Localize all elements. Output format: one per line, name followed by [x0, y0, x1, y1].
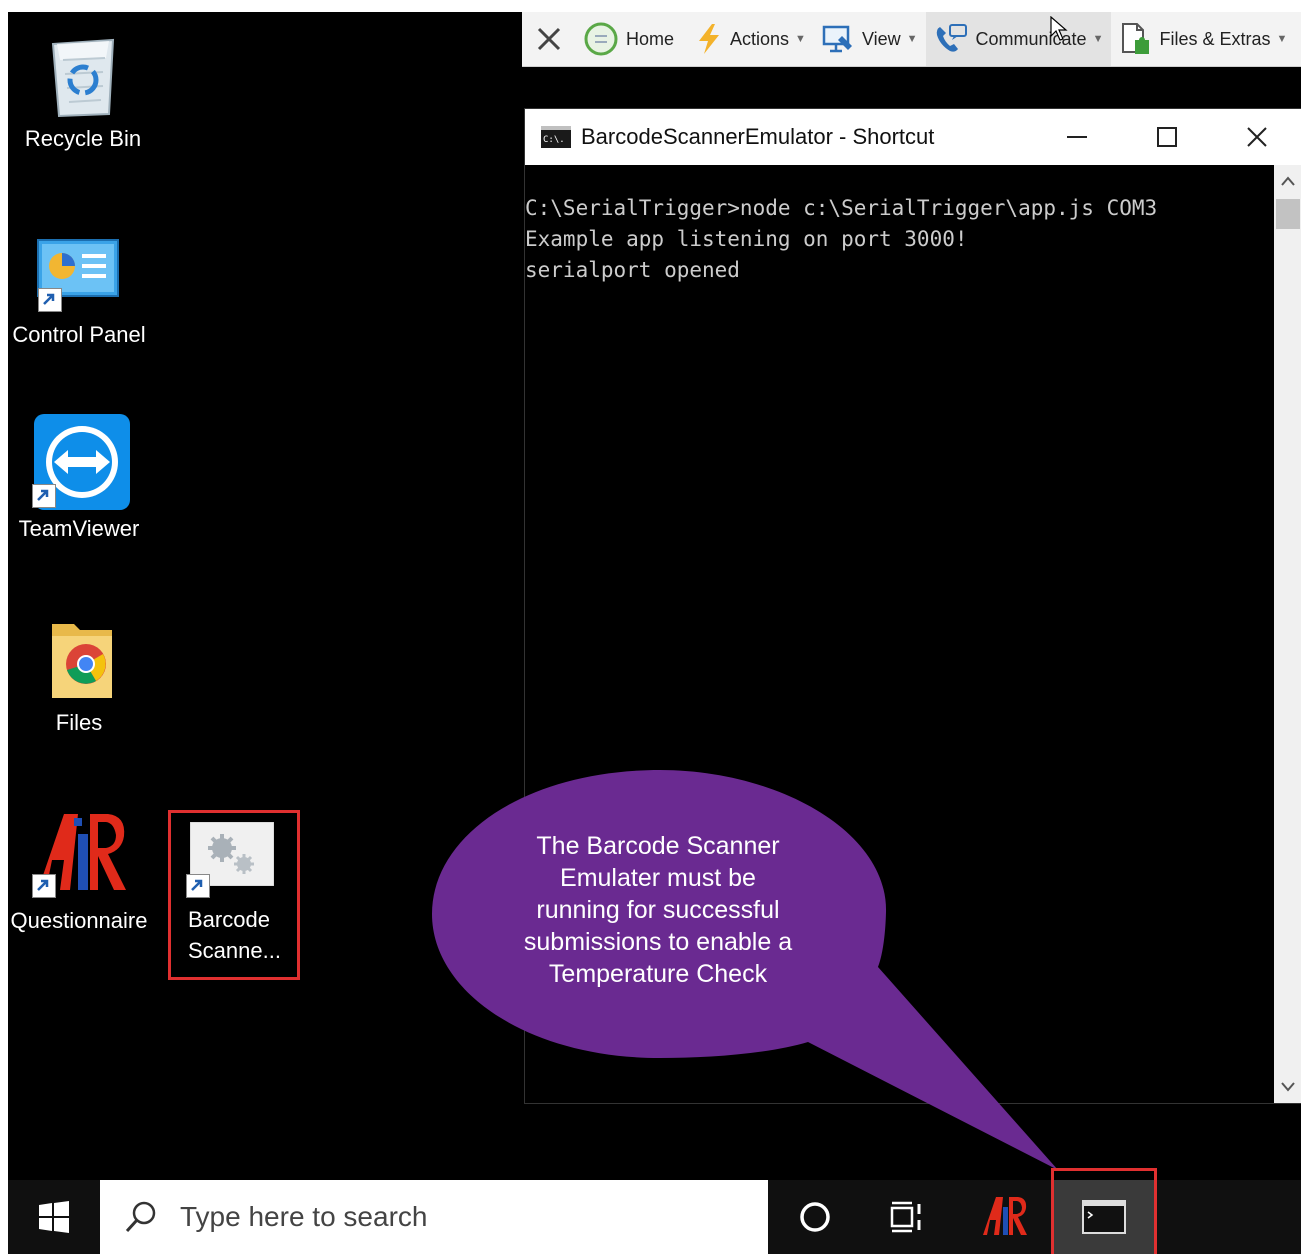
chevron-down-icon: ▼	[1276, 33, 1288, 45]
toolbar-files-extras[interactable]: Files & Extras ▼	[1111, 12, 1295, 66]
console-line: C:\SerialTrigger>node c:\SerialTrigger\a…	[525, 196, 1158, 220]
icon-label: Control Panel	[12, 322, 146, 347]
shortcut-arrow-icon	[32, 484, 56, 508]
minimize-icon	[1067, 136, 1087, 138]
taskbar-questionnaire-app[interactable]	[960, 1180, 1050, 1254]
maximize-icon	[1157, 127, 1177, 147]
close-button[interactable]	[1217, 109, 1297, 165]
windows-logo-icon	[39, 1201, 69, 1233]
shortcut-arrow-icon	[38, 288, 62, 312]
close-icon	[1247, 127, 1267, 147]
desktop-icon-files[interactable]: Files	[8, 614, 154, 738]
icon-label: Files	[55, 710, 103, 735]
cortana-button[interactable]	[770, 1180, 860, 1254]
mouse-cursor-icon	[1050, 16, 1068, 41]
search-icon	[125, 1201, 156, 1233]
desktop-icon-teamviewer[interactable]: TeamViewer	[8, 414, 154, 544]
scroll-down-icon	[1281, 1082, 1295, 1092]
chevron-down-icon: ▼	[1092, 33, 1104, 45]
icon-label: Recycle Bin	[24, 126, 142, 151]
toolbar-home[interactable]: Home	[576, 12, 682, 66]
taskbar-search[interactable]	[100, 1180, 768, 1254]
desktop-icon-questionnaire[interactable]: Questionnaire	[8, 808, 154, 936]
chevron-down-icon: ▼	[795, 33, 806, 45]
highlight-barcode-shortcut	[168, 810, 300, 980]
toolbar-view[interactable]: View ▼	[814, 12, 926, 66]
monitor-icon	[822, 25, 852, 53]
scrollbar-thumb[interactable]	[1276, 199, 1300, 229]
callout-line: Emulater must be	[560, 864, 756, 892]
minimize-button[interactable]	[1037, 109, 1117, 165]
toolbar-actions-label: Actions	[730, 28, 790, 49]
remote-session-toolbar: Home Actions ▼ View ▼ Communicate ▼ File…	[522, 12, 1301, 67]
console-scrollbar[interactable]	[1274, 165, 1301, 1103]
console-line: serialport opened	[525, 258, 740, 282]
toolbar-home-label: Home	[626, 28, 675, 49]
start-button[interactable]	[8, 1180, 100, 1254]
scroll-up-icon	[1281, 176, 1295, 186]
task-view-icon	[890, 1201, 921, 1233]
file-puzzle-icon	[1122, 23, 1150, 54]
cortana-circle-icon	[800, 1202, 830, 1232]
home-icon	[584, 22, 618, 56]
close-icon	[537, 27, 561, 51]
callout-line: running for successful	[536, 896, 780, 924]
desktop-screen: Recycle Bin Control Panel TeamViewer Fil…	[8, 12, 1301, 1254]
callout-line: Temperature Check	[548, 960, 768, 988]
callout-text: The Barcode Scanner Emulater must be run…	[478, 830, 838, 990]
toolbar-actions[interactable]: Actions ▼	[688, 12, 814, 66]
lightning-icon	[699, 24, 720, 54]
icon-label: Questionnaire	[10, 908, 148, 933]
command-prompt-icon: C:\.	[541, 126, 571, 148]
toolbar-communicate-label: Communicate	[975, 28, 1087, 49]
shortcut-arrow-icon	[32, 874, 56, 898]
callout-line: The Barcode Scanner	[536, 832, 780, 860]
desktop-icon-recycle-bin[interactable]: Recycle Bin	[8, 26, 158, 154]
folder-chrome-icon	[52, 624, 112, 698]
questionnaire-logo-icon	[983, 1197, 1027, 1235]
icon-label: TeamViewer	[18, 516, 140, 541]
toolbar-files-extras-label: Files & Extras	[1159, 28, 1271, 49]
console-title: BarcodeScannerEmulator - Shortcut	[581, 124, 935, 149]
close-session-button[interactable]	[522, 12, 576, 66]
search-input[interactable]	[178, 1200, 742, 1234]
callout-line: submissions to enable a	[523, 928, 793, 956]
phone-chat-icon	[936, 24, 967, 52]
console-titlebar[interactable]: C:\. BarcodeScannerEmulator - Shortcut	[525, 109, 1301, 165]
task-view-button[interactable]	[862, 1180, 952, 1254]
desktop-icon-control-panel[interactable]: Control Panel	[8, 234, 154, 350]
toolbar-communicate[interactable]: Communicate ▼	[925, 12, 1112, 66]
chevron-down-icon: ▼	[906, 33, 918, 45]
svg-text:C:\.: C:\.	[543, 135, 565, 145]
maximize-button[interactable]	[1127, 109, 1207, 165]
recycle-bin-icon	[51, 38, 115, 118]
highlight-taskbar-console	[1051, 1168, 1157, 1254]
toolbar-view-label: View	[861, 28, 901, 49]
console-line: Example app listening on port 3000!	[525, 227, 968, 251]
